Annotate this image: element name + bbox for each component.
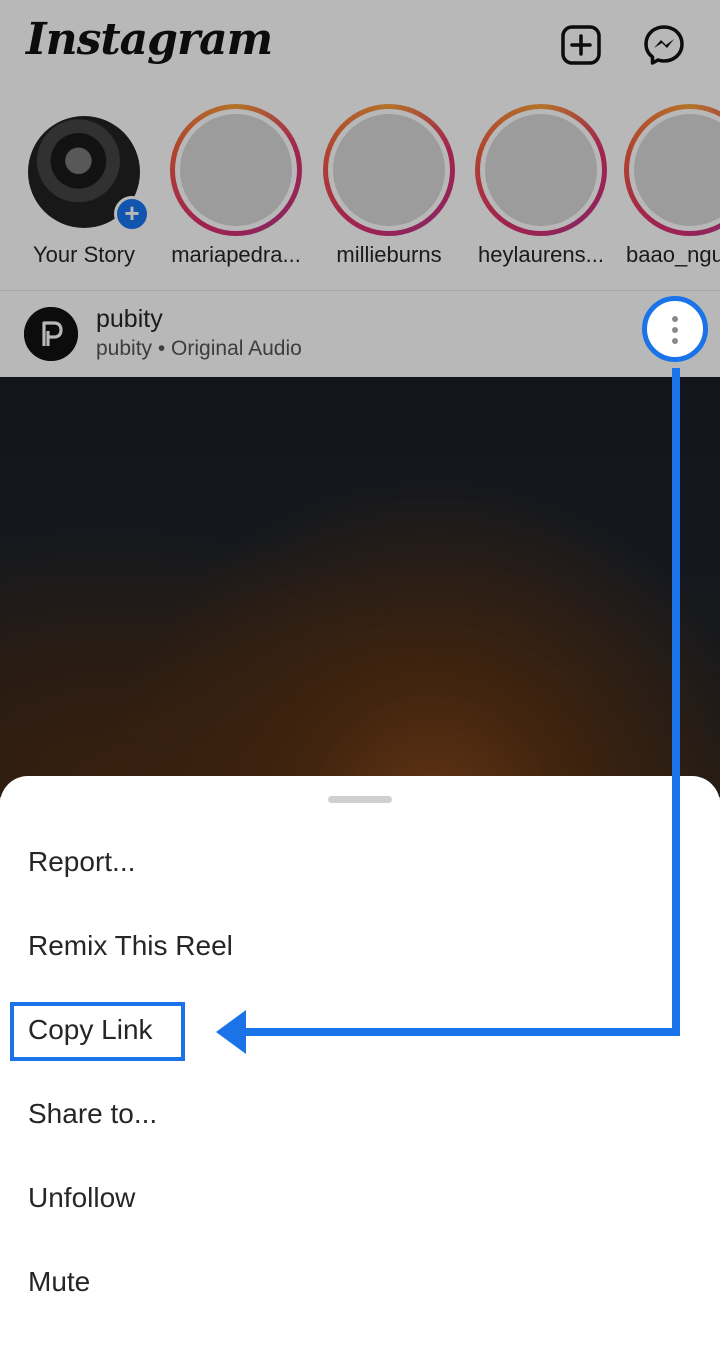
modal-dim-overlay[interactable] (0, 0, 720, 800)
menu-item-remix[interactable]: Remix This Reel (28, 930, 233, 962)
more-options-button[interactable] (642, 296, 708, 362)
menu-item-unfollow[interactable]: Unfollow (28, 1182, 135, 1214)
screen: Instagram + Your Story mariapedra... mil… (0, 0, 720, 1346)
options-bottom-sheet: Report... Remix This Reel Copy Link Shar… (0, 776, 720, 1346)
menu-item-report[interactable]: Report... (28, 846, 135, 878)
menu-item-mute[interactable]: Mute (28, 1266, 90, 1298)
copy-link-highlight-box (10, 1002, 185, 1061)
menu-item-share-to[interactable]: Share to... (28, 1098, 157, 1130)
sheet-drag-handle[interactable] (328, 796, 392, 803)
